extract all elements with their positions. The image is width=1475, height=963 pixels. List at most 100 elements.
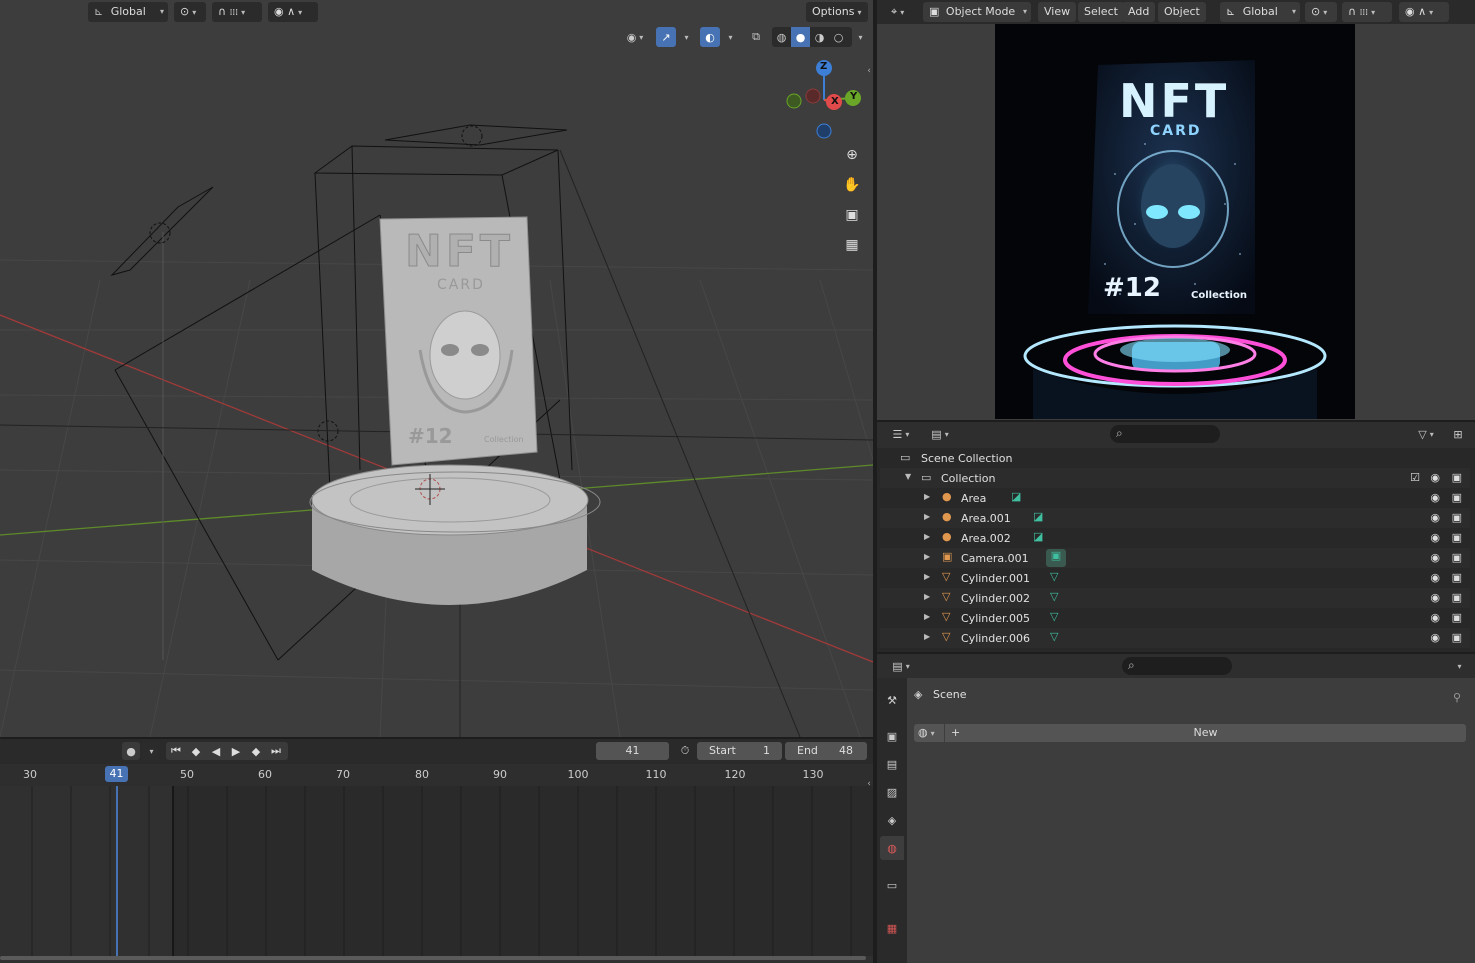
eye-icon[interactable]: ◉ [1430, 551, 1440, 564]
eye-icon[interactable]: ◉ [1430, 631, 1440, 644]
world-browse-dropdown[interactable]: ◍ ▾ [914, 724, 944, 742]
camera-render-icon[interactable]: ▣ [1452, 591, 1462, 604]
play-button[interactable]: ▶ [226, 742, 246, 760]
expand-triangle[interactable]: ▶ [924, 592, 930, 601]
collection-row[interactable]: ▼ ▭ Collection ☑ ◉ ▣ [880, 468, 1470, 488]
scene-collection-row[interactable]: ▭ Scene Collection [880, 448, 1470, 468]
outliner-item-row[interactable]: ▶ ▽ Cylinder.001 ▽ ◉ ▣ [880, 568, 1470, 588]
tab-scene[interactable]: ◈ [880, 808, 904, 832]
current-frame-field[interactable]: 41 [596, 742, 669, 760]
transform-orientation-dropdown-right[interactable]: ⊾ Global ▾ [1220, 2, 1300, 22]
snap-toggle[interactable]: ∩ ⁞⁞⁞ ▾ [212, 2, 262, 22]
jump-start-button[interactable]: ⏮ [166, 742, 186, 760]
pin-icon[interactable]: ⚲ [1448, 688, 1466, 706]
next-keyframe-button[interactable]: ◆ [246, 742, 266, 760]
perspective-toggle-button[interactable]: ▦ [841, 234, 863, 256]
start-frame-field[interactable]: Start 1 [697, 742, 782, 760]
camera-render-icon[interactable]: ▣ [1452, 511, 1462, 524]
camera-render-icon[interactable]: ▣ [1452, 571, 1462, 584]
options-dropdown[interactable]: Options ▾ [806, 2, 868, 22]
outliner-item-row[interactable]: ▶ ● Area.001 ◪ ◉ ▣ [880, 508, 1470, 528]
eye-icon[interactable]: ◉ [1430, 471, 1440, 484]
object-menu[interactable]: Object [1158, 2, 1206, 22]
keyframe-record-button[interactable]: ● [122, 742, 140, 760]
object-mode-dropdown[interactable]: ▣ Object Mode ▾ [923, 2, 1031, 22]
outliner-item-row[interactable]: ▶ ▣ Camera.001 ▣ ◉ ▣ [880, 548, 1470, 568]
snap-toggle-right[interactable]: ∩ ⁞⁞⁞ ▾ [1342, 2, 1392, 22]
jump-end-button[interactable]: ⏭ [266, 742, 286, 760]
eye-icon[interactable]: ◉ [1430, 531, 1440, 544]
outliner-item-row[interactable]: ▶ ● Area.002 ◪ ◉ ▣ [880, 528, 1470, 548]
playhead-frame-badge[interactable]: 41 [105, 766, 128, 782]
camera-render-icon[interactable]: ▣ [1452, 551, 1462, 564]
expand-triangle[interactable]: ▶ [924, 552, 930, 561]
expand-triangle[interactable]: ▶ [924, 512, 930, 521]
tab-tool[interactable]: ⚒ [880, 688, 904, 712]
visibility-dropdown[interactable]: ◉ ▾ [620, 27, 650, 47]
timeline-collapse-chevron[interactable]: ‹ [864, 777, 874, 791]
eye-icon[interactable]: ◉ [1430, 591, 1440, 604]
eye-icon[interactable]: ◉ [1430, 491, 1440, 504]
display-mode-dropdown[interactable]: ▤ ▾ [925, 425, 955, 443]
properties-editor-type-dropdown[interactable]: ▤ ▾ [886, 657, 916, 675]
pivot-point-dropdown-right[interactable]: ⊙ ▾ [1305, 2, 1337, 22]
tab-world[interactable]: ◍ [880, 836, 904, 860]
tab-collection[interactable]: ▭ [880, 873, 904, 897]
new-collection-button[interactable]: ⊞ [1448, 425, 1468, 443]
properties-options-dropdown[interactable]: ▾ [1450, 657, 1466, 675]
tab-output[interactable]: ▤ [880, 752, 904, 776]
view-menu[interactable]: View [1038, 2, 1077, 22]
outliner-item-row[interactable]: ▶ ▽ Cylinder.002 ▽ ◉ ▣ [880, 588, 1470, 608]
gizmo-dropdown[interactable]: ▾ [677, 27, 693, 47]
outliner-editor-type-dropdown[interactable]: ☰ ▾ [886, 425, 916, 443]
new-world-button[interactable]: + New [945, 724, 1466, 742]
zoom-view-button[interactable]: ⊕ [841, 144, 863, 166]
solid-shading-button[interactable]: ● [791, 27, 810, 47]
prev-keyframe-button[interactable]: ◆ [186, 742, 206, 760]
gizmo-toggle[interactable]: ↗ [656, 27, 676, 47]
expand-triangle[interactable]: ▶ [924, 612, 930, 621]
material-shading-button[interactable]: ◑ [810, 27, 829, 47]
pan-view-button[interactable]: ✋ [841, 174, 863, 196]
xray-toggle[interactable]: ⧉ [746, 27, 766, 47]
camera-render-icon[interactable]: ▣ [1452, 631, 1462, 644]
outliner-item-row[interactable]: ▶ ▽ Cylinder.006 ▽ ◉ ▣ [880, 628, 1470, 648]
properties-search-input[interactable]: ⌕ [1122, 657, 1232, 675]
shading-dropdown[interactable]: ▾ [852, 27, 866, 47]
auto-keying-dropdown[interactable]: ▾ [142, 742, 158, 760]
viewport-3d[interactable]: NFT CARD #12 Collection [0, 0, 873, 737]
pivot-point-dropdown[interactable]: ⊙ ▾ [174, 2, 206, 22]
tab-view-layer[interactable]: ▨ [880, 780, 904, 804]
collapse-triangle[interactable]: ▼ [905, 472, 911, 481]
stopwatch-icon[interactable]: ⏱ [676, 742, 694, 760]
eye-icon[interactable]: ◉ [1430, 571, 1440, 584]
eye-icon[interactable]: ◉ [1430, 611, 1440, 624]
play-reverse-button[interactable]: ◀ [206, 742, 226, 760]
camera-render-icon[interactable]: ▣ [1452, 471, 1462, 484]
expand-triangle[interactable]: ▶ [924, 532, 930, 541]
wireframe-shading-button[interactable]: ◍ [772, 27, 791, 47]
timeline-scrollbar[interactable] [0, 956, 866, 960]
outliner-item-row[interactable]: ▶ ● Area ◪ ◉ ▣ [880, 488, 1470, 508]
expand-triangle[interactable]: ▶ [924, 572, 930, 581]
tab-texture[interactable]: ▦ [880, 916, 904, 940]
outliner-item-row[interactable]: ▶ ▽ Cylinder.005 ▽ ◉ ▣ [880, 608, 1470, 628]
camera-view-button[interactable]: ▣ [841, 204, 863, 226]
filter-dropdown[interactable]: ▽ ▾ [1410, 425, 1442, 443]
expand-triangle[interactable]: ▶ [924, 492, 930, 501]
eye-icon[interactable]: ◉ [1430, 511, 1440, 524]
overlays-toggle[interactable]: ◐ [700, 27, 720, 47]
overlays-dropdown[interactable]: ▾ [721, 27, 737, 47]
select-menu[interactable]: Select [1078, 2, 1124, 22]
add-menu[interactable]: Add [1122, 2, 1156, 22]
proportional-editing-toggle[interactable]: ◉ ∧ ▾ [268, 2, 318, 22]
camera-render-icon[interactable]: ▣ [1452, 611, 1462, 624]
outliner-search-input[interactable]: ⌕ [1110, 425, 1220, 443]
expand-triangle[interactable]: ▶ [924, 632, 930, 641]
rendered-shading-button[interactable]: ○ [829, 27, 848, 47]
camera-render-icon[interactable]: ▣ [1452, 531, 1462, 544]
rendered-camera-frame[interactable]: NFT CARD #12 Collection [995, 24, 1355, 419]
tab-render[interactable]: ▣ [880, 724, 904, 748]
end-frame-field[interactable]: End 48 [785, 742, 867, 760]
editor-type-dropdown[interactable]: ⌖ ▾ [885, 2, 917, 22]
